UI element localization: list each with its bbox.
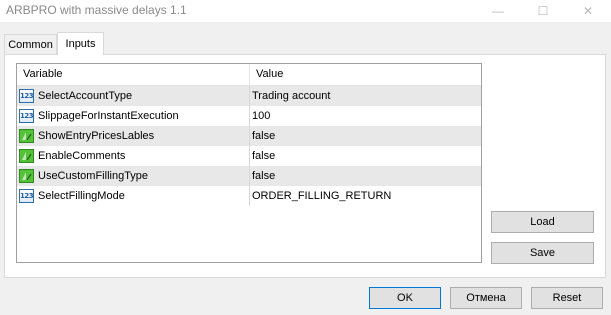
variable-name: SlippageForInstantExecution (38, 110, 179, 122)
variable-name: UseCustomFillingType (38, 170, 149, 182)
save-button[interactable]: Save (491, 242, 594, 264)
boolean-glyph-icon (22, 172, 32, 181)
title-bar: ARBPRO with massive delays 1.1 — ☐ ✕ (0, 0, 611, 22)
table-row[interactable]: 123 SlippageForInstantExecution 100 (17, 106, 481, 126)
maximize-icon[interactable]: ☐ (528, 0, 558, 22)
value-cell[interactable]: false (250, 126, 481, 146)
tab-inputs-label: Inputs (65, 38, 96, 50)
numeric-icon: 123 (19, 89, 34, 103)
column-header-value[interactable]: Value (250, 64, 481, 85)
value-cell[interactable]: ORDER_FILLING_RETURN (250, 186, 481, 206)
value-cell[interactable]: 100 (250, 106, 481, 126)
boolean-icon (19, 169, 34, 183)
inputs-grid: Variable Value 123 SelectAccountType Tra… (16, 63, 482, 263)
numeric-icon: 123 (19, 189, 34, 203)
table-row[interactable]: EnableComments false (17, 146, 481, 166)
ok-button[interactable]: OK (369, 287, 441, 309)
boolean-glyph-icon (22, 132, 32, 141)
close-icon[interactable]: ✕ (573, 0, 603, 22)
window-title: ARBPRO with massive delays 1.1 (6, 3, 187, 17)
variable-cell: 123 SlippageForInstantExecution (17, 106, 250, 126)
column-header-variable[interactable]: Variable (17, 64, 250, 85)
variable-name: EnableComments (38, 150, 126, 162)
grid-header: Variable Value (17, 64, 481, 86)
variable-name: ShowEntryPricesLables (38, 130, 155, 142)
table-row[interactable]: 123 SelectAccountType Trading account (17, 86, 481, 106)
numeric-icon: 123 (19, 109, 34, 123)
cancel-button[interactable]: Отмена (450, 287, 522, 309)
reset-button[interactable]: Reset (531, 287, 603, 309)
boolean-icon (19, 129, 34, 143)
variable-cell: 123 SelectFillingMode (17, 186, 250, 206)
minimize-icon[interactable]: — (483, 0, 513, 22)
variable-cell: ShowEntryPricesLables (17, 126, 250, 146)
variable-name: SelectFillingMode (38, 190, 125, 202)
variable-cell: EnableComments (17, 146, 250, 166)
value-cell[interactable]: false (250, 146, 481, 166)
value-cell[interactable]: false (250, 166, 481, 186)
variable-cell: 123 SelectAccountType (17, 86, 250, 106)
tab-common-label: Common (8, 38, 53, 51)
table-row[interactable]: ShowEntryPricesLables false (17, 126, 481, 146)
load-button[interactable]: Load (491, 211, 594, 233)
tab-common[interactable]: Common (4, 34, 57, 54)
boolean-glyph-icon (22, 152, 32, 161)
table-row[interactable]: UseCustomFillingType false (17, 166, 481, 186)
tab-inputs[interactable]: Inputs (57, 32, 104, 55)
variable-name: SelectAccountType (38, 90, 133, 102)
variable-cell: UseCustomFillingType (17, 166, 250, 186)
table-row[interactable]: 123 SelectFillingMode ORDER_FILLING_RETU… (17, 186, 481, 206)
value-cell[interactable]: Trading account (250, 86, 481, 106)
boolean-icon (19, 149, 34, 163)
